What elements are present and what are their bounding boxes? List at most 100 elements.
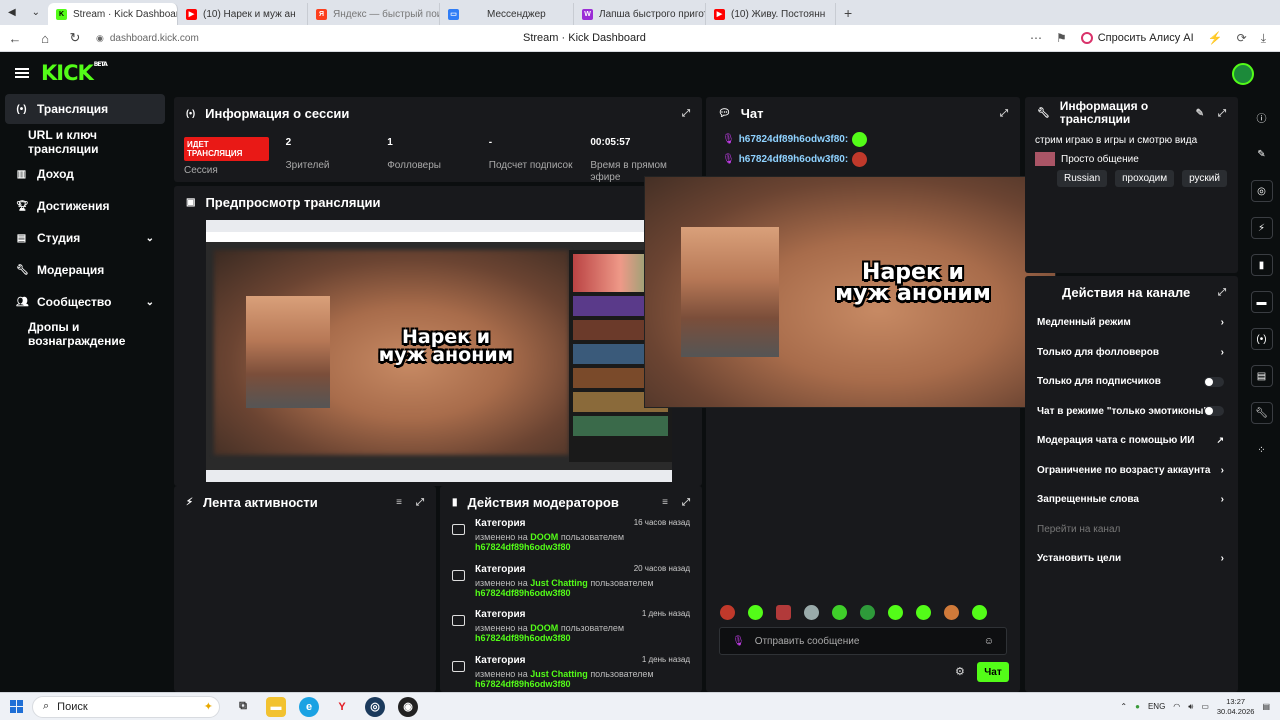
pencil-icon[interactable]: ✎ <box>1196 108 1204 119</box>
popout-icon[interactable]: ⤢ <box>1218 108 1226 119</box>
battery-icon[interactable]: ▭ <box>1201 702 1209 711</box>
popout-icon[interactable]: ⤢ <box>416 497 424 508</box>
popout-video-player[interactable]: Нарек и муж аноним <box>644 176 1056 408</box>
url-field[interactable]: ◉ dashboard.kick.com <box>96 33 199 44</box>
tag[interactable]: проходим <box>1115 170 1175 187</box>
popout-icon[interactable]: ⤢ <box>1000 108 1008 119</box>
pencil-icon[interactable]: ✎ <box>1251 143 1273 165</box>
info-icon[interactable]: ⓘ <box>1251 106 1273 128</box>
taskbar-search[interactable]: ⌕ Поиск ✦ <box>32 695 220 718</box>
language-indicator[interactable]: ENG <box>1148 702 1165 711</box>
browser-tab[interactable]: Я Яндекс — быстрый поиск <box>308 3 440 25</box>
new-tab-button[interactable]: + <box>844 5 852 21</box>
kick-logo[interactable]: KICKBETA <box>41 61 108 85</box>
layout-icon[interactable]: ▤ <box>1250 365 1273 387</box>
lock-icon: ◉ <box>96 32 104 43</box>
emoji-icon[interactable]: ☺ <box>984 636 994 647</box>
popout-icon[interactable]: ⤢ <box>682 108 690 119</box>
bookmark-icon[interactable]: ⚑ <box>1056 31 1067 45</box>
browser-tab[interactable]: ▶ (10) Живу. Постоянн ✕ <box>706 3 836 25</box>
browser-tab[interactable]: ▶ (10) Нарек и муж ан ✕ <box>178 3 308 25</box>
ai-moderation-row[interactable]: Модерация чата с помощью ИИ ↗ <box>1025 426 1238 456</box>
emote-icon[interactable] <box>776 605 791 620</box>
tag[interactable]: Russian <box>1057 170 1108 187</box>
broadcast-icon[interactable]: (•) <box>1250 328 1273 350</box>
filter-icon[interactable]: ≡ <box>662 497 668 508</box>
emote-icon[interactable] <box>860 605 875 620</box>
stream-preview-video[interactable]: Нарек и муж аноним <box>206 220 672 482</box>
followers-only-row[interactable]: Только для фолловеров › <box>1025 338 1238 368</box>
sidebar-item-income[interactable]: ▥ Доход <box>0 158 170 190</box>
steam-icon[interactable]: ◎ <box>365 696 385 717</box>
chat-input[interactable]: 🎙︎ Отправить сообщение ☺ <box>719 627 1007 655</box>
sidebar-item-moderation[interactable]: 🔧︎ Модерация <box>0 254 170 286</box>
sidebar-item-drops[interactable]: Дропы и вознаграждение <box>0 318 170 350</box>
filter-icon[interactable]: ≡ <box>396 497 402 508</box>
chat-username[interactable]: h67824df89h6odw3f80: <box>739 154 849 165</box>
account-age-row[interactable]: Ограничение по возрасту аккаунта › <box>1025 456 1238 486</box>
chevron-up-icon[interactable]: ⌃ <box>1120 702 1127 711</box>
sidebar-item-achievements[interactable]: 🏆︎ Достижения <box>0 190 170 222</box>
emote-icon[interactable] <box>972 605 987 620</box>
emote-icon[interactable] <box>748 605 763 620</box>
chat-username[interactable]: h67824df89h6odw3f80: <box>739 134 849 145</box>
banned-words-row[interactable]: Запрещенные слова › <box>1025 485 1238 515</box>
chat-send-button[interactable]: Чат <box>977 662 1009 682</box>
alice-button[interactable]: Спросить Алису AI <box>1080 32 1194 44</box>
popout-icon[interactable]: ⤢ <box>682 497 690 508</box>
mod-action-user[interactable]: h67824df89h6odw3f80 <box>475 633 690 643</box>
file-explorer-icon[interactable]: ▬ <box>266 696 286 717</box>
lightning-icon[interactable]: ⚡ <box>1208 31 1223 45</box>
emote-icon[interactable] <box>944 605 959 620</box>
edge-icon[interactable]: e <box>299 696 319 717</box>
start-button[interactable] <box>0 700 32 713</box>
yandex-browser-icon[interactable]: Y <box>332 697 352 717</box>
browser-tab[interactable]: K Stream · Kick Dashboar ✕ <box>48 3 178 25</box>
back-icon[interactable]: ← <box>0 31 30 46</box>
chevron-down-icon[interactable]: ⌄ <box>32 7 40 18</box>
popout-icon[interactable]: ⤢ <box>1218 287 1226 298</box>
subscribers-only-toggle[interactable] <box>1204 376 1224 387</box>
mod-action-user[interactable]: h67824df89h6odw3f80 <box>475 679 690 689</box>
go-to-channel-row[interactable]: Перейти на канал <box>1025 515 1238 545</box>
extensions-icon[interactable]: ⟳ <box>1237 31 1247 45</box>
more-icon[interactable]: ⋯ <box>1030 31 1042 45</box>
apps-icon[interactable]: ⁘ <box>1251 439 1273 461</box>
emote-icon[interactable] <box>832 605 847 620</box>
wrench-icon[interactable]: 🔧︎ <box>1250 402 1273 424</box>
task-view-icon[interactable]: ⧉ <box>233 697 253 717</box>
mod-action-user[interactable]: h67824df89h6odw3f80 <box>475 588 690 598</box>
notifications-icon[interactable]: ▤ <box>1262 702 1270 711</box>
emote-icon[interactable] <box>888 605 903 620</box>
slow-mode-row[interactable]: Медленный режим › <box>1025 308 1238 338</box>
sidebar-item-community[interactable]: 👥︎ Сообщество ⌄ <box>0 286 170 318</box>
tag[interactable]: руский <box>1182 170 1227 187</box>
avatar[interactable] <box>1232 63 1254 85</box>
sidebar-item-studio[interactable]: ▤ Студия ⌄ <box>0 222 170 254</box>
mod-action-user[interactable]: h67824df89h6odw3f80 <box>475 542 690 552</box>
clipboard-icon[interactable]: ▮ <box>1250 254 1273 276</box>
browser-tab[interactable]: ▭ Мессенджер <box>440 3 574 25</box>
emote-icon[interactable] <box>916 605 931 620</box>
set-goals-row[interactable]: Установить цели › <box>1025 544 1238 574</box>
emote-icon[interactable] <box>720 605 735 620</box>
browser-tab[interactable]: W Лапша быстрого пригото <box>574 3 706 25</box>
emote-icon[interactable] <box>804 605 819 620</box>
sidebar-item-url-key[interactable]: URL и ключ трансляции <box>0 126 170 158</box>
gear-icon[interactable]: ⚙ <box>955 665 965 678</box>
download-icon[interactable]: ⤓ <box>1261 31 1266 46</box>
chat-bubble-icon[interactable]: ▬ <box>1250 291 1273 313</box>
menu-icon[interactable] <box>15 68 29 78</box>
reload-icon[interactable]: ↻ <box>60 30 90 46</box>
emote-only-toggle[interactable] <box>1204 406 1224 417</box>
home-icon[interactable]: ⌂ <box>30 31 60 46</box>
wifi-icon[interactable]: ◠ <box>1173 702 1180 711</box>
clock[interactable]: 13:27 30.04.2026 <box>1217 697 1255 717</box>
sound-icon[interactable]: ◀ <box>8 7 16 18</box>
sidebar-item-broadcast[interactable]: (•) Трансляция <box>5 94 165 124</box>
lightning-icon[interactable]: ⚡︎ <box>1250 217 1273 239</box>
target-icon[interactable]: ◎ <box>1250 180 1273 202</box>
obs-icon[interactable]: ◉ <box>398 696 418 717</box>
tray-app-icon[interactable]: ● <box>1135 702 1140 711</box>
volume-icon[interactable]: 🔊︎ <box>1188 702 1193 712</box>
